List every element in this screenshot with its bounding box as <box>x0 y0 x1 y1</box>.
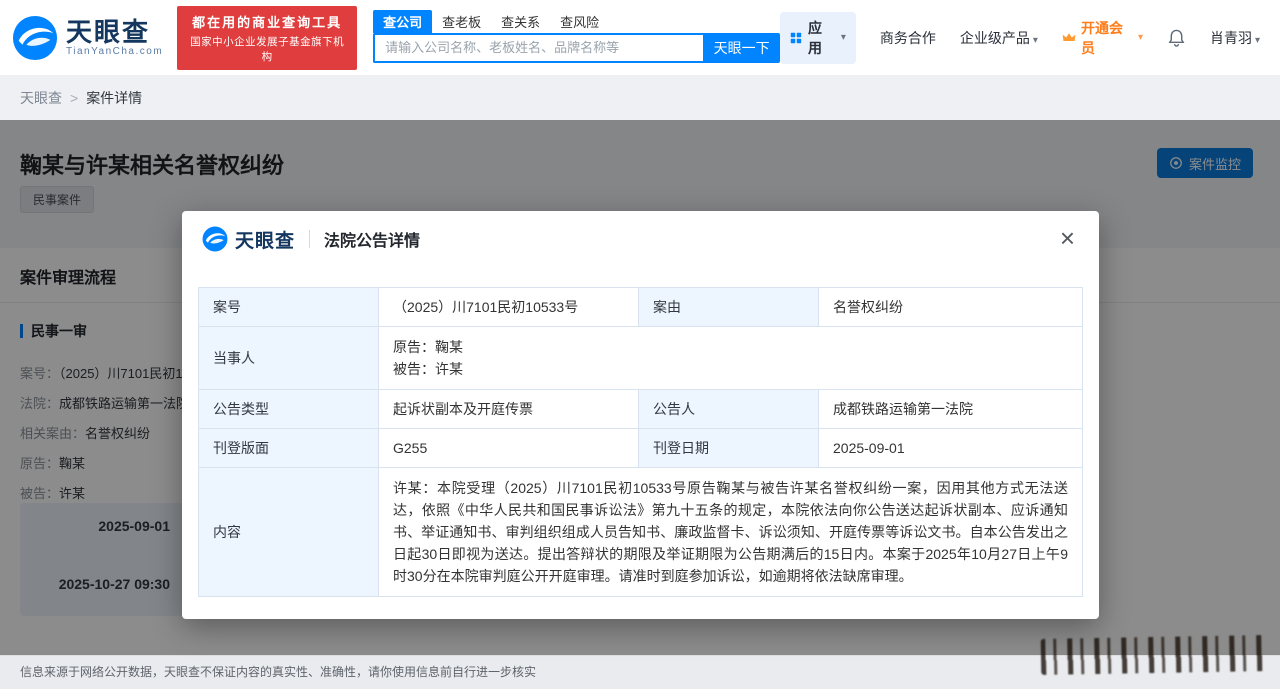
chevron-down-icon: ▾ <box>1254 34 1260 46</box>
close-icon[interactable]: × <box>1056 224 1079 252</box>
logo-text: 天眼查 TianYanCha.com <box>66 18 163 57</box>
cell-date-value: 2025-09-01 <box>818 428 1083 468</box>
promo-banner-line1: 都在用的商业查询工具 <box>192 14 343 30</box>
search-tab-risk[interactable]: 查风险 <box>550 10 609 33</box>
modal-brand: 天眼查 <box>235 230 296 252</box>
tianyancha-case-page: 天眼查 TianYanCha.com 都在用的商业查询工具 国家中小企业发展子基… <box>0 0 1280 689</box>
cell-type-value: 起诉状副本及开庭传票 <box>378 389 639 429</box>
promo-banner: 都在用的商业查询工具 国家中小企业发展子基金旗下机构 <box>177 5 358 70</box>
chevron-down-icon: ▾ <box>1137 32 1143 43</box>
cell-parties-value: 原告：鞠某 被告：许某 <box>378 326 1083 390</box>
cell-parties-label: 当事人 <box>198 326 379 390</box>
search-tab-company[interactable]: 查公司 <box>373 9 433 33</box>
cell-announcer-label: 公告人 <box>638 389 819 429</box>
cell-cause-label: 案由 <box>638 287 819 327</box>
apps-menu-label: 应用 <box>808 19 823 56</box>
cell-cause-value: 名誉权纠纷 <box>818 287 1083 327</box>
cell-announcer-value: 成都铁路运输第一法院 <box>818 389 1083 429</box>
crown-icon <box>1062 33 1076 41</box>
breadcrumb-separator: > <box>70 89 79 106</box>
chevron-down-icon: ▾ <box>1032 34 1038 46</box>
tianyancha-logo-icon <box>12 15 58 60</box>
nav-vip-label: 开通会员 <box>1080 19 1123 56</box>
cell-case-number-value: （2025）川7101民初10533号 <box>378 287 639 327</box>
search-tabs: 查公司 查老板 查关系 查风险 <box>373 9 780 33</box>
cell-case-number-label: 案号 <box>198 287 379 327</box>
table-row-content: 内容 许某：本院受理（2025）川7101民初10533号原告鞠某与被告许某名誉… <box>198 467 1083 597</box>
search-button[interactable]: 天眼一下 <box>703 32 781 63</box>
announcement-content-text: 许某：本院受理（2025）川7101民初10533号原告鞠某与被告许某名誉权纠纷… <box>393 480 1068 584</box>
modal-title: 法院公告详情 <box>324 233 421 250</box>
apps-menu-button[interactable]: 应用 ▾ <box>780 11 856 64</box>
breadcrumb: 天眼查 > 案件详情 <box>0 75 1280 120</box>
promo-banner-line2: 国家中小企业发展子基金旗下机构 <box>190 35 345 63</box>
announcement-table: 案号 （2025）川7101民初10533号 案由 名誉权纠纷 当事人 原告：鞠… <box>198 287 1083 597</box>
user-menu[interactable]: 肖青羽 ▾ <box>1210 28 1260 48</box>
search-row: 天眼一下 <box>373 32 781 63</box>
notification-bell-icon[interactable] <box>1167 28 1186 48</box>
table-row-parties: 当事人 原告：鞠某 被告：许某 <box>198 326 1083 390</box>
vertical-divider <box>309 230 311 248</box>
search-input[interactable] <box>373 32 704 63</box>
court-announcement-modal: 天眼查 法院公告详情 × 案号 （2025）川7101民初10533号 案由 名… <box>182 211 1099 619</box>
header-nav: 应用 ▾ 商务合作 企业级产品 ▾ 开通会员 ▾ 肖青羽 ▾ <box>780 11 1268 64</box>
search-tab-boss[interactable]: 查老板 <box>432 10 491 33</box>
modal-header: 天眼查 法院公告详情 × <box>182 211 1099 267</box>
modal-body: 案号 （2025）川7101民初10533号 案由 名誉权纠纷 当事人 原告：鞠… <box>182 267 1099 613</box>
breadcrumb-home[interactable]: 天眼查 <box>20 88 62 108</box>
cell-date-label: 刊登日期 <box>638 428 819 468</box>
cell-page-label: 刊登版面 <box>198 428 379 468</box>
nav-open-vip[interactable]: 开通会员 ▾ <box>1062 18 1143 58</box>
search-area: 查公司 查老板 查关系 查风险 天眼一下 <box>373 9 781 63</box>
grid-apps-icon <box>790 32 802 43</box>
tianyancha-logo[interactable]: 天眼查 TianYanCha.com <box>12 15 163 61</box>
logo-domain: TianYanCha.com <box>66 46 164 57</box>
tianyancha-logo-icon <box>202 226 228 252</box>
nav-business-cooperation[interactable]: 商务合作 <box>880 28 936 48</box>
breadcrumb-current: 案件详情 <box>86 89 143 106</box>
table-row-publication: 刊登版面 G255 刊登日期 2025-09-01 <box>198 428 1083 468</box>
top-header: 天眼查 TianYanCha.com 都在用的商业查询工具 国家中小企业发展子基… <box>0 0 1280 75</box>
cell-page-value: G255 <box>378 428 639 468</box>
nav-enterprise-products[interactable]: 企业级产品 ▾ <box>960 28 1038 48</box>
cell-type-label: 公告类型 <box>198 389 379 429</box>
nav-enterprise-label: 企业级产品 <box>959 29 1030 46</box>
table-row-announcement-type: 公告类型 起诉状副本及开庭传票 公告人 成都铁路运输第一法院 <box>198 389 1083 429</box>
table-row-case-number: 案号 （2025）川7101民初10533号 案由 名誉权纠纷 <box>198 287 1083 327</box>
logo-name: 天眼查 <box>66 17 151 47</box>
cell-content-label: 内容 <box>198 467 379 597</box>
cell-content-value: 许某：本院受理（2025）川7101民初10533号原告鞠某与被告许某名誉权纠纷… <box>378 467 1083 597</box>
parties-plaintiff: 原告：鞠某 <box>393 339 463 355</box>
username: 肖青羽 <box>1209 29 1252 46</box>
parties-defendant: 被告：许某 <box>393 361 463 377</box>
watermark-smudge <box>1040 635 1267 675</box>
search-tab-relation[interactable]: 查关系 <box>491 10 550 33</box>
chevron-down-icon: ▾ <box>840 32 846 43</box>
